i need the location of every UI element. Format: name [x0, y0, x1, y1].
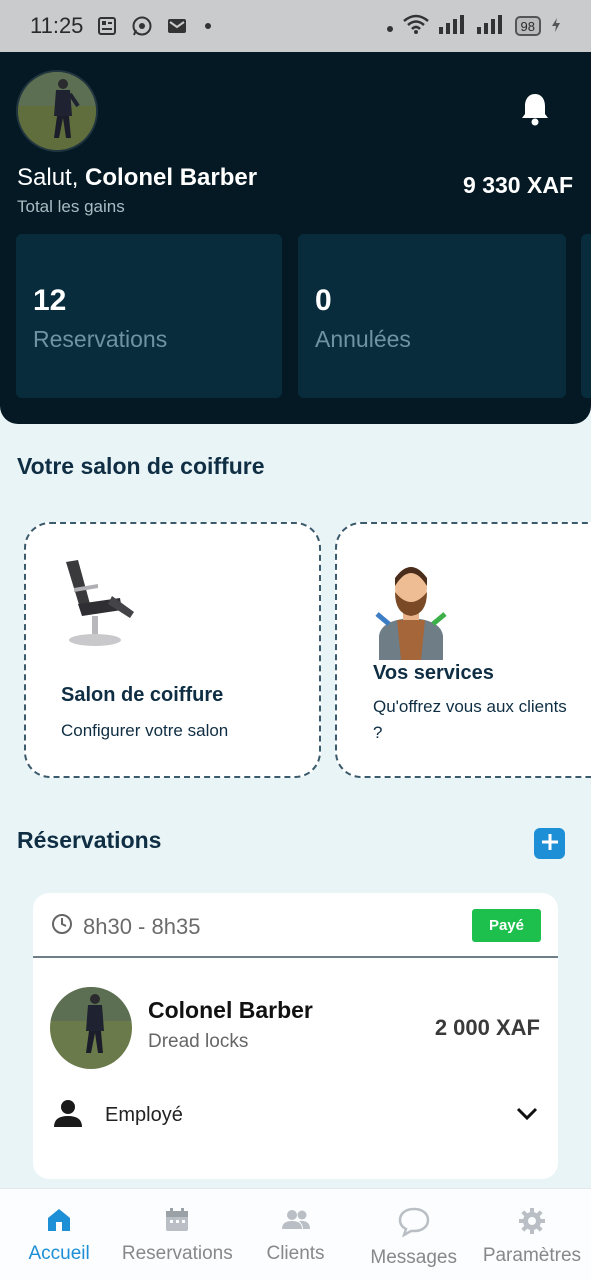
nav-label: Clients — [266, 1243, 325, 1264]
greeting: Salut, Colonel Barber — [17, 164, 257, 192]
dot-icon — [386, 17, 393, 36]
mail-icon — [167, 17, 187, 35]
gear-icon — [518, 1207, 546, 1239]
stat-value: 12 — [33, 284, 67, 317]
chevron-down-icon[interactable] — [516, 1106, 538, 1125]
reservation-card[interactable]: 8h30 - 8h35 Payé Colonel Barber Dread lo… — [33, 893, 558, 1179]
users-icon — [281, 1207, 311, 1237]
salon-config-card[interactable]: Salon de coiffure Configurer votre salon — [24, 522, 321, 778]
stat-value: 0 — [315, 284, 332, 317]
barber-chair-icon — [58, 558, 140, 656]
services-card-description: Qu'offrez vous aux clients ? — [373, 697, 567, 742]
nav-item-reservations[interactable]: Reservations — [118, 1189, 236, 1280]
stat-card-cancelled[interactable]: 0 Annulées — [298, 234, 566, 398]
services-card[interactable]: Vos services Qu'offrez vous aux clients … — [335, 522, 591, 778]
service-name: Dread locks — [148, 1031, 249, 1052]
status-bar: 11:25 98 — [0, 0, 591, 52]
greeting-prefix: Salut, — [17, 164, 86, 191]
reservation-time-row: 8h30 - 8h35 — [51, 913, 200, 941]
nav-label: Accueil — [28, 1243, 90, 1264]
person-icon — [53, 1099, 83, 1131]
employee-selector[interactable]: Employé — [53, 1099, 538, 1131]
signal-icon — [438, 14, 467, 38]
wifi-icon — [402, 14, 429, 38]
reservation-time: 8h30 - 8h35 — [83, 914, 201, 939]
plus-icon — [541, 833, 559, 855]
status-time: 11:25 — [30, 13, 84, 38]
home-icon — [46, 1207, 72, 1237]
signal-icon — [476, 14, 505, 38]
add-reservation-button[interactable] — [534, 828, 565, 859]
nav-label: Paramètres — [482, 1245, 582, 1266]
dashboard-header: Salut, Colonel Barber Total les gains 9 … — [0, 52, 591, 424]
stat-label: Annulées — [315, 326, 411, 352]
avatar — [50, 987, 132, 1069]
user-name: Colonel Barber — [85, 164, 258, 191]
services-card-title: Vos services — [373, 662, 494, 684]
avatar[interactable] — [16, 70, 98, 152]
status-badge: Payé — [471, 909, 541, 942]
whatsapp-icon — [131, 15, 153, 37]
nav-item-settings[interactable]: Paramètres — [473, 1189, 591, 1280]
salon-card-description: Configurer votre salon — [61, 721, 229, 740]
nav-item-home[interactable]: Accueil — [0, 1189, 118, 1280]
battery-indicator: 98 — [514, 16, 541, 36]
clock-icon — [51, 913, 73, 941]
client-name: Colonel Barber — [148, 997, 313, 1023]
nav-item-messages[interactable]: Messages — [355, 1189, 473, 1280]
notification-bell-icon[interactable] — [520, 92, 550, 130]
earnings-subtitle: Total les gains — [17, 197, 125, 216]
stat-card-reservations[interactable]: 12 Reservations — [16, 234, 282, 398]
employee-label: Employé — [105, 1103, 183, 1126]
chat-icon — [398, 1207, 430, 1241]
charging-icon — [551, 17, 561, 36]
barber-person-icon — [371, 558, 451, 664]
reservation-price: 2 000 XAF — [434, 1015, 540, 1040]
bottom-nav: Accueil Reservations Clients Messages Pa… — [0, 1188, 591, 1280]
calendar-icon — [164, 1207, 190, 1237]
divider — [33, 956, 558, 958]
stat-card-partial[interactable] — [581, 234, 591, 398]
reservations-section-title: Réservations — [17, 827, 162, 853]
news-icon — [97, 16, 117, 36]
nav-item-clients[interactable]: Clients — [236, 1189, 354, 1280]
nav-label: Reservations — [121, 1243, 233, 1264]
nav-label: Messages — [370, 1247, 458, 1268]
salon-card-title: Salon de coiffure — [61, 684, 224, 706]
dot-icon — [205, 23, 212, 29]
total-earnings: 9 330 XAF — [463, 172, 573, 198]
stat-label: Reservations — [33, 326, 168, 352]
salon-section-title: Votre salon de coiffure — [17, 453, 265, 479]
